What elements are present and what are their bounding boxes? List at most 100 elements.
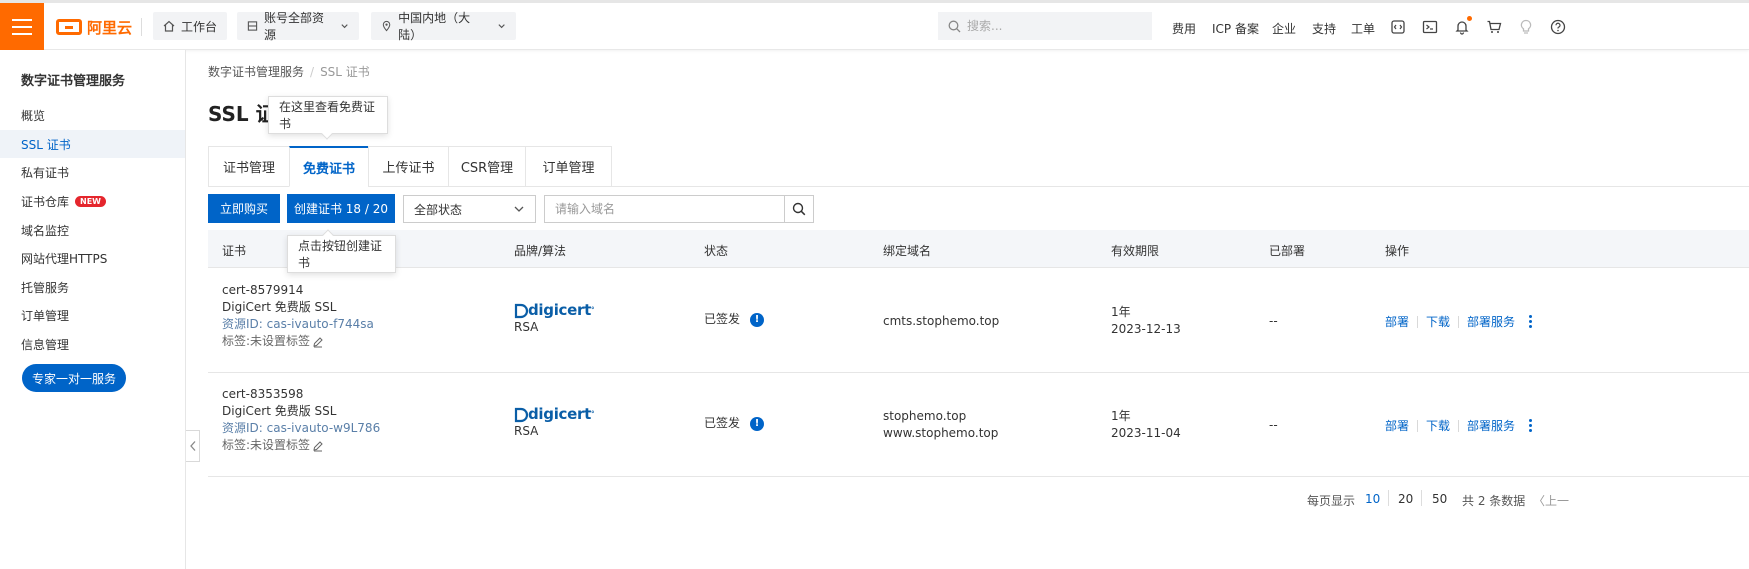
region-dropdown[interactable]: 中国内地（大陆） bbox=[371, 11, 516, 42]
sidebar-item-label: 托管服务 bbox=[21, 280, 70, 295]
page-size-10[interactable]: 10 bbox=[1365, 492, 1380, 506]
nav-link-icp[interactable]: ICP 备案 bbox=[1212, 20, 1259, 37]
resource-id: 资源ID: cas-ivauto-f744sa bbox=[222, 317, 374, 331]
sidebar-item-order-management[interactable]: 订单管理 bbox=[0, 301, 185, 329]
sidebar-item-ssl-cert[interactable]: SSL 证书 bbox=[0, 130, 185, 158]
deploy-service-link[interactable]: 部署服务 bbox=[1467, 417, 1515, 434]
column-header-domain: 绑定域名 bbox=[883, 244, 932, 258]
domain-name: www.stophemo.top bbox=[883, 426, 999, 440]
nav-link-enterprise[interactable]: 企业 bbox=[1272, 20, 1296, 37]
sidebar-item-info-management[interactable]: 信息管理 bbox=[0, 330, 185, 358]
tab-csr-management[interactable]: CSR管理 bbox=[448, 146, 525, 187]
buy-now-button[interactable]: 立即购买 bbox=[208, 194, 280, 223]
sidebar-item-cert-repository[interactable]: 证书仓库 NEW bbox=[0, 187, 185, 215]
deploy-link[interactable]: 部署 bbox=[1385, 417, 1409, 434]
cert-id[interactable]: cert-8579914 bbox=[222, 282, 374, 299]
sidebar-item-label: 域名监控 bbox=[21, 223, 70, 238]
sidebar-title: 数字证书管理服务 bbox=[21, 74, 126, 89]
total-count: 共 2 条数据 bbox=[1462, 494, 1526, 508]
sidebar: 数字证书管理服务 概览 SSL 证书 私有证书 证书仓库 NEW 域名监控 网站… bbox=[0, 50, 186, 569]
terminal-icon[interactable] bbox=[1421, 18, 1439, 36]
domain-search-input[interactable] bbox=[544, 195, 785, 223]
notification-dot bbox=[1467, 16, 1472, 21]
cert-tag[interactable]: 标签:未设置标签 bbox=[222, 333, 374, 350]
aliyun-logo[interactable]: 阿里云 bbox=[56, 17, 132, 37]
nav-link-fees[interactable]: 费用 bbox=[1172, 20, 1196, 37]
column-header-cert: 证书 bbox=[222, 244, 247, 258]
domain-search-button[interactable] bbox=[784, 195, 814, 223]
deployed-count: -- bbox=[1269, 418, 1278, 432]
cert-tag[interactable]: 标签:未设置标签 bbox=[222, 437, 380, 454]
breadcrumb-root[interactable]: 数字证书管理服务 bbox=[208, 65, 304, 79]
chevron-down-icon bbox=[498, 24, 505, 29]
cert-name: DigiCert 免费版 SSL bbox=[222, 300, 337, 314]
divider bbox=[1388, 490, 1389, 506]
download-link[interactable]: 下载 bbox=[1426, 313, 1450, 330]
account-resources-dropdown[interactable]: 账号全部资源 bbox=[237, 11, 359, 42]
tab-free-cert[interactable]: 免费证书 bbox=[289, 146, 368, 187]
page-title: SSL 证 bbox=[208, 102, 276, 126]
sidebar-item-https-proxy[interactable]: 网站代理HTTPS bbox=[0, 244, 185, 272]
aliyun-logo-text: 阿里云 bbox=[87, 18, 133, 37]
deploy-link[interactable]: 部署 bbox=[1385, 313, 1409, 330]
chevron-down-icon bbox=[514, 206, 524, 212]
code-icon[interactable] bbox=[1389, 18, 1407, 36]
tab-order-management[interactable]: 订单管理 bbox=[525, 146, 612, 187]
table-row: cert-8579914 DigiCert 免费版 SSL 资源ID: cas-… bbox=[208, 269, 1749, 373]
edit-icon[interactable] bbox=[312, 336, 324, 348]
info-icon[interactable]: ! bbox=[750, 312, 765, 327]
cert-tag-label: 标签:未设置标签 bbox=[222, 334, 311, 348]
create-cert-button[interactable]: 创建证书 18 / 20 bbox=[287, 194, 395, 223]
download-link[interactable]: 下载 bbox=[1426, 417, 1450, 434]
sidebar-item-private-cert[interactable]: 私有证书 bbox=[0, 158, 185, 186]
divider bbox=[1417, 419, 1419, 432]
column-header-status: 状态 bbox=[704, 244, 729, 258]
menu-icon[interactable] bbox=[0, 3, 44, 50]
deployed-count: -- bbox=[1269, 314, 1278, 328]
sidebar-item-label: 订单管理 bbox=[21, 308, 70, 323]
cert-id[interactable]: cert-8353598 bbox=[222, 386, 380, 403]
page-size-20[interactable]: 20 bbox=[1398, 492, 1413, 506]
info-icon[interactable]: ! bbox=[750, 416, 765, 431]
prev-page-button[interactable]: 〈上一 bbox=[1533, 492, 1569, 509]
lightbulb-icon[interactable] bbox=[1517, 18, 1535, 36]
more-actions-icon[interactable] bbox=[1529, 315, 1533, 328]
sidebar-item-domain-monitor[interactable]: 域名监控 bbox=[0, 216, 185, 244]
expiry-date: 2023-11-04 bbox=[1111, 426, 1181, 440]
brand-name: digicert bbox=[528, 405, 591, 423]
expert-service-button[interactable]: 专家一对一服务 bbox=[22, 364, 126, 392]
free-cert-tooltip: 在这里查看免费证书 bbox=[268, 96, 388, 140]
validity: 1年 2023-11-04 bbox=[1111, 408, 1181, 442]
page-size-50[interactable]: 50 bbox=[1432, 492, 1447, 506]
row-actions: 部署 下载 部署服务 bbox=[1385, 313, 1533, 330]
sidebar-item-overview[interactable]: 概览 bbox=[0, 101, 185, 129]
tab-upload-cert[interactable]: 上传证书 bbox=[368, 146, 448, 187]
workbench-label: 工作台 bbox=[181, 19, 218, 34]
sidebar-item-label: 私有证书 bbox=[21, 165, 70, 180]
nav-link-support[interactable]: 支持 bbox=[1312, 20, 1336, 37]
workbench-button[interactable]: 工作台 bbox=[153, 12, 228, 40]
sidebar-collapse-handle[interactable] bbox=[186, 430, 200, 462]
resource-id: 资源ID: cas-ivauto-w9L786 bbox=[222, 421, 381, 435]
deploy-service-link[interactable]: 部署服务 bbox=[1467, 313, 1515, 330]
breadcrumb: 数字证书管理服务 / SSL 证书 bbox=[208, 63, 370, 80]
status-select[interactable]: 全部状态 bbox=[403, 195, 536, 223]
more-actions-icon[interactable] bbox=[1529, 419, 1533, 432]
tab-bar: 证书管理 免费证书 上传证书 CSR管理 订单管理 bbox=[208, 146, 1749, 187]
create-cert-tooltip: 点击按钮创建证书 bbox=[287, 229, 396, 273]
divider bbox=[1458, 419, 1460, 432]
cart-icon[interactable] bbox=[1485, 18, 1503, 36]
resources-icon bbox=[247, 21, 258, 31]
domain-name: cmts.stophemo.top bbox=[883, 314, 1000, 328]
tab-cert-management[interactable]: 证书管理 bbox=[208, 146, 289, 187]
sidebar-item-managed-service[interactable]: 托管服务 bbox=[0, 273, 185, 301]
global-search-input[interactable] bbox=[967, 19, 1137, 33]
aliyun-logo-mark bbox=[56, 19, 82, 35]
edit-icon[interactable] bbox=[312, 440, 324, 452]
help-icon[interactable] bbox=[1549, 18, 1567, 36]
validity-period: 1年 bbox=[1111, 305, 1131, 319]
column-header-brand: 品牌/算法 bbox=[514, 244, 567, 258]
nav-link-ticket[interactable]: 工单 bbox=[1351, 20, 1375, 37]
validity-period: 1年 bbox=[1111, 409, 1131, 423]
new-badge: NEW bbox=[75, 195, 106, 207]
